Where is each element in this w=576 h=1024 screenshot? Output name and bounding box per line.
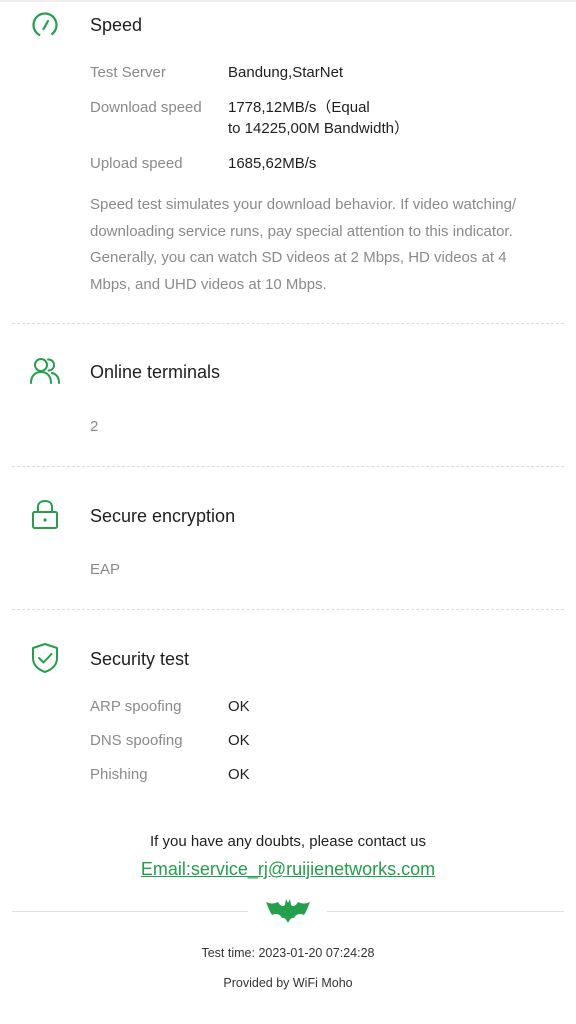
- provided-by: Provided by WiFi Moho: [223, 976, 353, 990]
- footer-divider-right: [327, 911, 564, 912]
- upload-speed-label: Upload speed: [90, 155, 183, 172]
- dns-spoofing-status: OK: [228, 732, 250, 749]
- security-title: Security test: [90, 649, 190, 669]
- shield-check-icon: [26, 639, 64, 677]
- test-server-value: Bandung,StarNet: [228, 64, 344, 81]
- upload-speed-value: 1685,62MB/s: [228, 155, 317, 172]
- bat-logo-icon: [264, 896, 312, 924]
- section-divider: [12, 323, 564, 324]
- terminals-title: Online terminals: [90, 362, 221, 382]
- encryption-title: Secure encryption: [90, 506, 236, 526]
- download-speed-value-line1: 1778,12MB/s（Equal: [228, 99, 370, 116]
- phishing-label: Phishing: [90, 766, 148, 783]
- speed-title: Speed: [90, 15, 143, 35]
- speed-description: Speed test simulates your download behav…: [90, 192, 540, 298]
- test-time: Test time: 2023-01-20 07:24:28: [201, 946, 375, 960]
- speed-gauge-icon: [26, 6, 64, 44]
- speed-description-line: Mbps, and UHD videos at 10 Mbps.: [90, 275, 327, 293]
- section-divider: [12, 466, 564, 467]
- dns-spoofing-label: DNS spoofing: [90, 732, 183, 749]
- phishing-status: OK: [228, 766, 250, 783]
- top-divider: [0, 0, 576, 2]
- download-speed-label: Download speed: [90, 99, 202, 116]
- arp-spoofing-status: OK: [228, 698, 250, 715]
- download-speed-value-line2: to 14225,00M Bandwidth）: [228, 120, 409, 137]
- footer-divider-left: [12, 911, 248, 912]
- speed-description-line: Speed test simulates your download behav…: [90, 196, 517, 213]
- contact-email-link[interactable]: Email:service_rj@ruijienetworks.com: [0, 859, 576, 880]
- arp-spoofing-label: ARP spoofing: [90, 698, 182, 715]
- section-divider: [12, 609, 564, 610]
- terminals-count: 2: [90, 418, 99, 435]
- users-icon: [26, 352, 64, 390]
- speed-description-line: downloading service runs, pay special at…: [90, 222, 513, 240]
- test-server-label: Test Server: [90, 64, 166, 81]
- lock-icon: [26, 496, 64, 534]
- encryption-value: EAP: [90, 561, 121, 578]
- speed-description-line: Generally, you can watch SD videos at 2 …: [90, 249, 507, 266]
- contact-text: If you have any doubts, please contact u…: [149, 833, 426, 850]
